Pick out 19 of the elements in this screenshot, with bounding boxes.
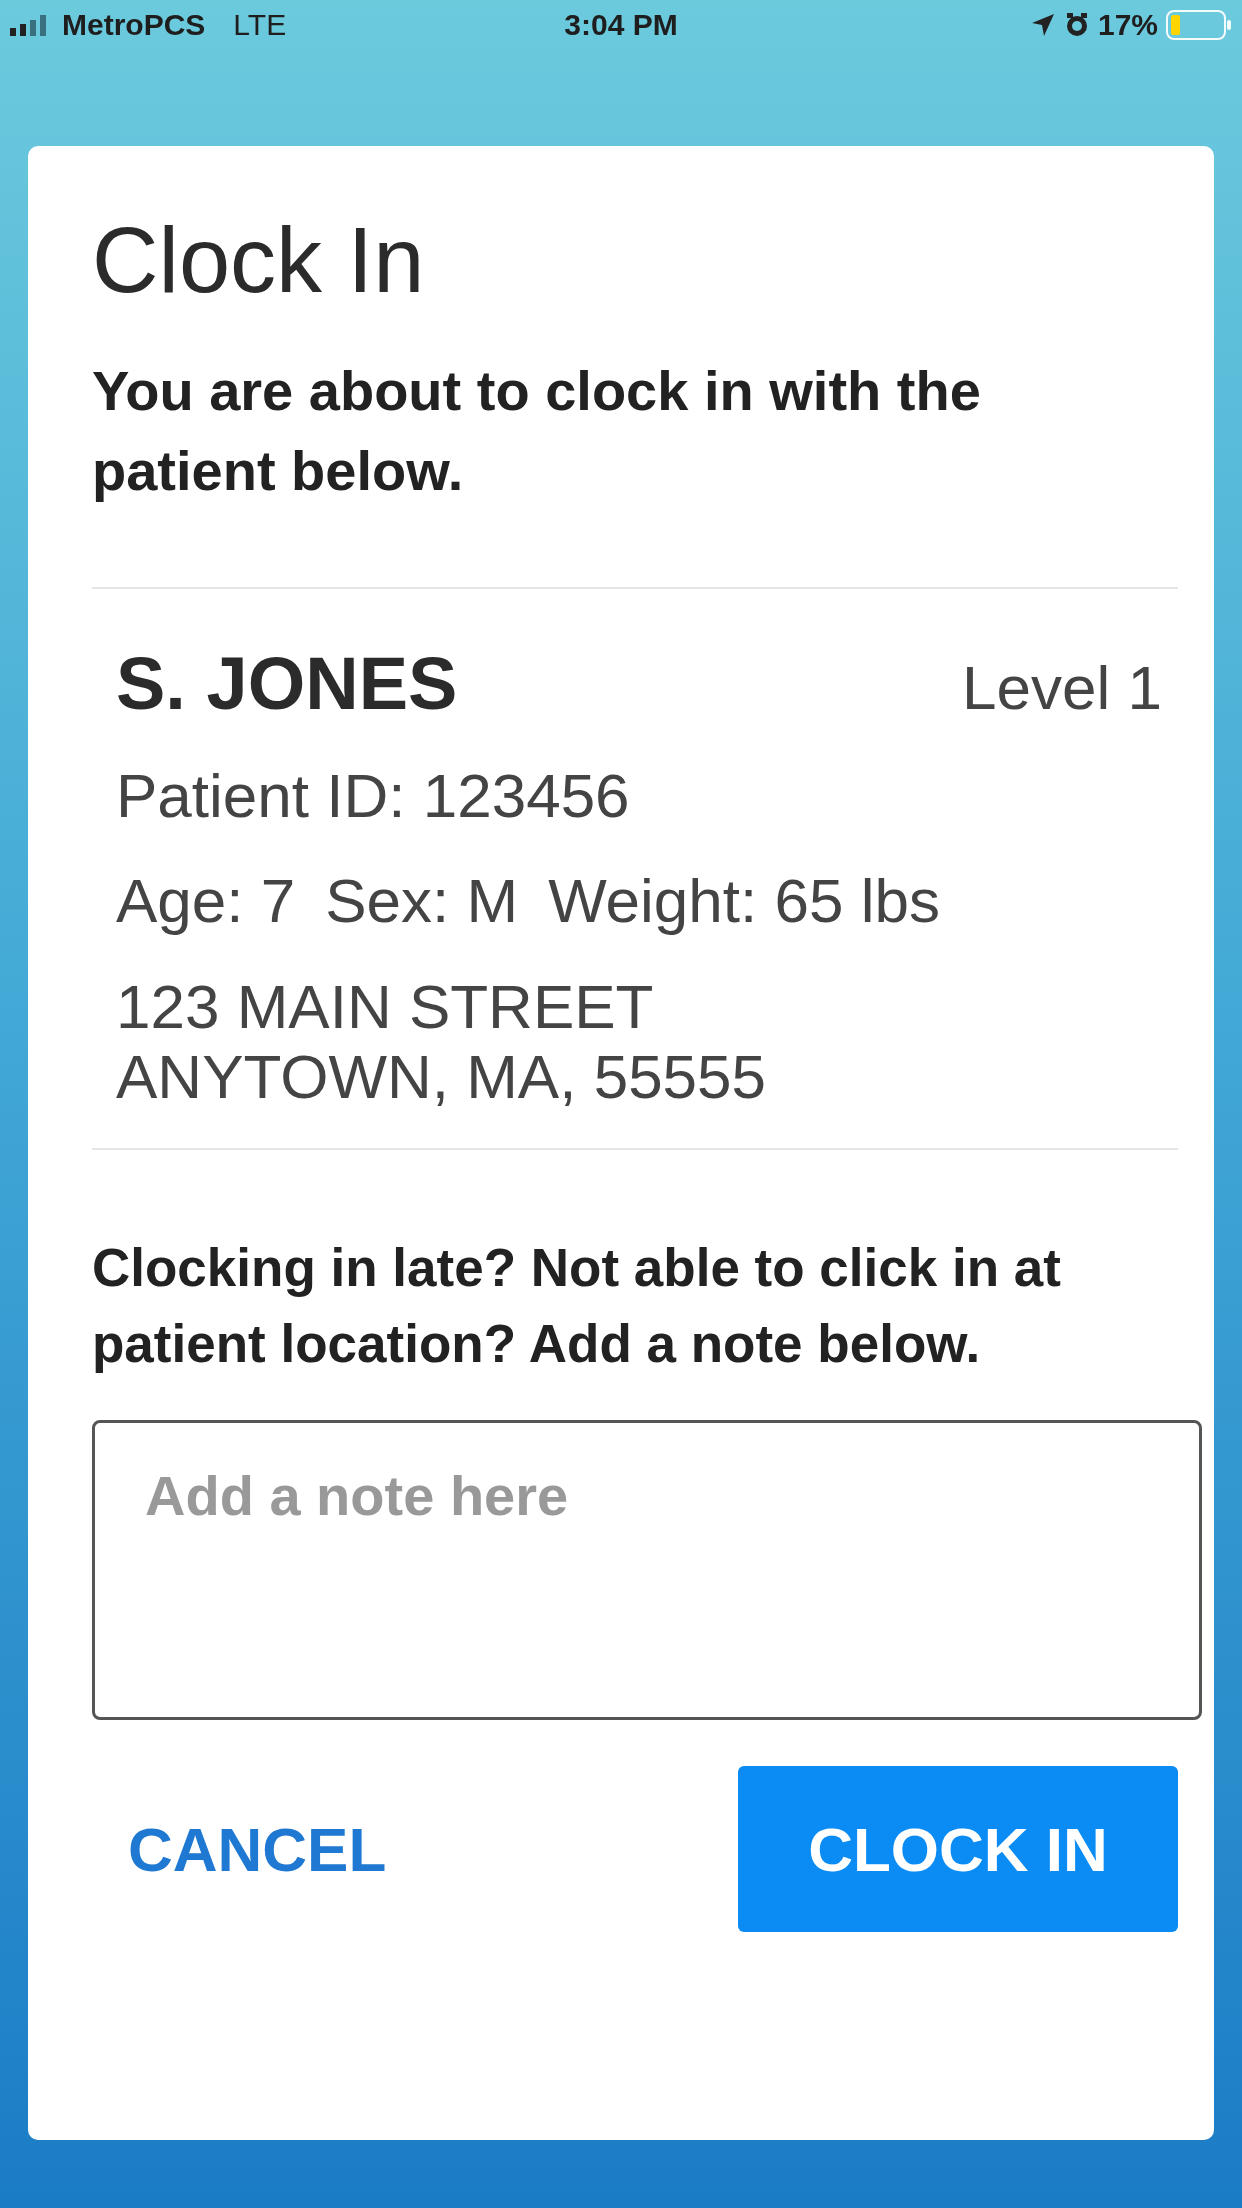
patient-level: Level 1 xyxy=(962,652,1162,723)
status-time: 3:04 PM xyxy=(564,8,678,42)
network-type: LTE xyxy=(233,8,287,42)
clock-in-button[interactable]: CLOCK IN xyxy=(738,1766,1178,1932)
patient-id: Patient ID: 123456 xyxy=(116,760,631,831)
note-prompt: Clocking in late? Not able to click in at patient location? Add a note below. xyxy=(92,1237,1062,1375)
intro-text: You are about to clock in with the patient below. xyxy=(92,358,982,504)
patient-sex: Sex: M xyxy=(325,865,519,936)
address-line: 123 MAIN STREET xyxy=(116,972,655,1042)
patient-weight: Weight: 65 lbs xyxy=(548,865,940,936)
battery-icon xyxy=(1166,9,1232,41)
address-line: ANYTOWN, MA, 55555 xyxy=(116,1042,767,1112)
battery-percent: 17% xyxy=(1097,8,1158,42)
patient-age: Age: 7 xyxy=(116,865,296,936)
patient-name: S. JONES xyxy=(116,641,458,726)
note-field[interactable]: Add a note here xyxy=(92,1420,1202,1720)
dialog-title: Clock In xyxy=(92,208,425,313)
carrier-name: MetroPCS xyxy=(62,8,206,42)
cancel-button[interactable]: CANCEL xyxy=(92,1793,423,1905)
